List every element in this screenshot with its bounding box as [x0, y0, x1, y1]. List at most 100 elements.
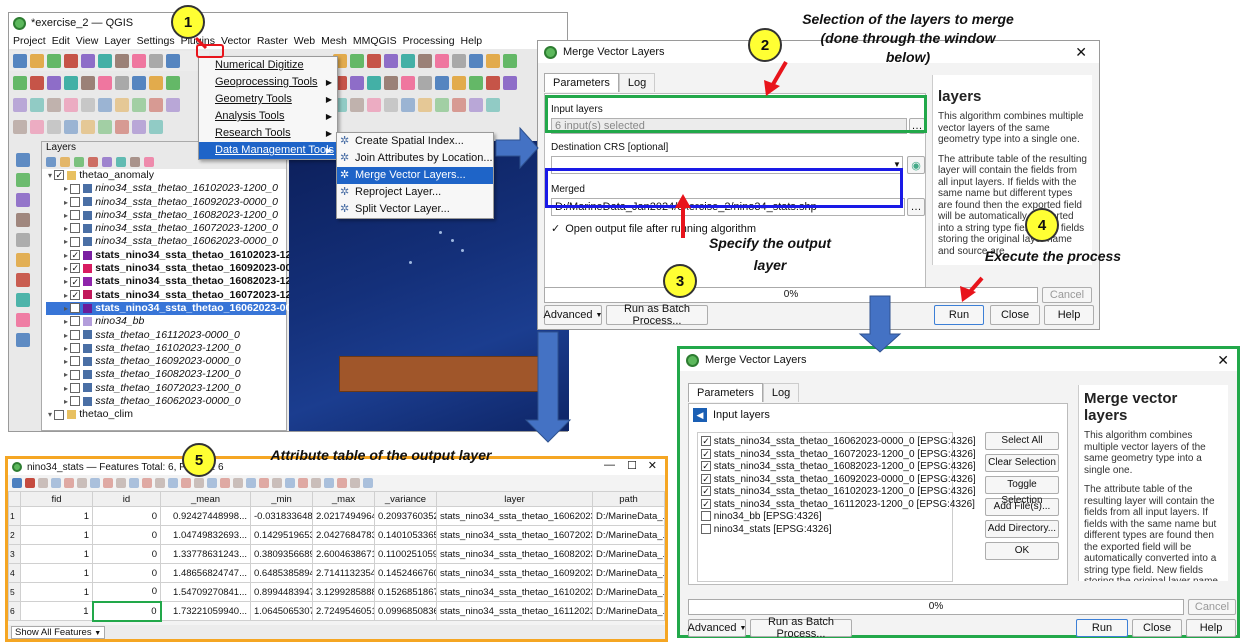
- layer-checkbox[interactable]: ✓: [70, 250, 81, 260]
- table-row[interactable]: 2101.04749832693...0.14295196533...2.042…: [8, 525, 665, 545]
- column-header[interactable]: _variance: [374, 491, 437, 507]
- attr-tool-icon[interactable]: [51, 478, 61, 488]
- toolbar-tool-icon[interactable]: [469, 98, 483, 112]
- menu-raster[interactable]: Raster: [257, 35, 288, 47]
- merged-browse-button[interactable]: …: [907, 198, 925, 216]
- layer-item[interactable]: ▸ nino34_ssta_thetao_16102023-1200_0: [46, 182, 286, 195]
- toolbar-tool-icon[interactable]: [64, 120, 78, 134]
- vector-menu-item[interactable]: Geoprocessing Tools ▶: [199, 74, 337, 91]
- data-source-icon[interactable]: [16, 153, 30, 167]
- layer-list-item[interactable]: ✓ stats_nino34_ssta_thetao_16102023-1200…: [698, 486, 976, 499]
- layer-checkbox[interactable]: [70, 210, 81, 221]
- layer-item[interactable]: ▸ ✓ stats_nino34_ssta_thetao_16072023-120…: [46, 289, 315, 302]
- layer-checkbox[interactable]: [70, 343, 81, 354]
- layer-list-item[interactable]: nino34_bb [EPSG:4326]: [698, 511, 952, 524]
- toolbar-tool-icon[interactable]: [418, 76, 432, 90]
- data-source-icon[interactable]: [16, 253, 30, 267]
- layer-item[interactable]: ▸ ssta_thetao_16082023-1200_0: [46, 368, 286, 381]
- vector-menu-item[interactable]: Analysis Tools ▶: [199, 108, 337, 125]
- toolbar-tool-icon[interactable]: [115, 120, 129, 134]
- toolbar-tool-icon[interactable]: [13, 76, 27, 90]
- close-icon[interactable]: ✕: [1217, 352, 1229, 369]
- layer-checkbox[interactable]: ✓: [70, 289, 81, 300]
- layer-checkbox[interactable]: ✓: [70, 303, 81, 314]
- run-batch-button[interactable]: Run as Batch Process...: [606, 303, 708, 327]
- attr-tool-icon[interactable]: [116, 478, 126, 488]
- menu-view[interactable]: View: [76, 35, 99, 47]
- toolbar-tool-icon[interactable]: [64, 98, 78, 112]
- data-management-item[interactable]: ✲ Reproject Layer...: [337, 184, 493, 201]
- layer-checkbox[interactable]: [701, 511, 711, 522]
- toolbar-tool-icon[interactable]: [418, 54, 432, 68]
- layer-tool-icon[interactable]: [60, 157, 70, 167]
- layer-checkbox[interactable]: [70, 356, 81, 367]
- layer-checkbox[interactable]: [70, 236, 81, 247]
- toolbar-tool-icon[interactable]: [149, 120, 163, 134]
- toolbar-tool-icon[interactable]: [30, 54, 44, 68]
- toolbar-tool-icon[interactable]: [435, 98, 449, 112]
- toolbar-tool-icon[interactable]: [401, 76, 415, 90]
- attr-tool-icon[interactable]: [337, 478, 347, 488]
- column-header[interactable]: fid: [20, 491, 93, 507]
- toolbar-tool-icon[interactable]: [503, 76, 517, 90]
- toolbar-tool-icon[interactable]: [486, 76, 500, 90]
- toolbar-tool-icon[interactable]: [115, 54, 129, 68]
- layer-checkbox[interactable]: ✓: [70, 263, 81, 274]
- column-header[interactable]: _mean: [160, 491, 251, 507]
- close-button[interactable]: Close: [1132, 619, 1182, 637]
- close-icon[interactable]: ✕: [648, 459, 657, 472]
- toolbar-tool-icon[interactable]: [350, 54, 364, 68]
- menu-mesh[interactable]: Mesh: [321, 35, 347, 47]
- tab-log[interactable]: Log: [618, 73, 656, 92]
- layer-list-item[interactable]: ✓ stats_nino34_ssta_thetao_16072023-1200…: [698, 449, 976, 462]
- toolbar-tool-icon[interactable]: [166, 76, 180, 90]
- layer-tool-icon[interactable]: [46, 157, 56, 167]
- toolbar-tool-icon[interactable]: [469, 54, 483, 68]
- layer-item[interactable]: ▸ ssta_thetao_16072023-1200_0: [46, 382, 286, 395]
- maximize-icon[interactable]: ☐: [627, 459, 637, 472]
- toolbar-tool-icon[interactable]: [13, 98, 27, 112]
- toolbar-tool-icon[interactable]: [486, 98, 500, 112]
- data-management-item[interactable]: ✲ Split Vector Layer...: [337, 201, 493, 218]
- layer-item[interactable]: ▾ ✓ thetao_anomaly: [46, 169, 286, 182]
- attr-tool-icon[interactable]: [246, 478, 256, 488]
- table-row[interactable]: 3101.33778631243...0.38093566894...2.600…: [8, 544, 665, 564]
- layer-item[interactable]: ▸ ✓ stats_nino34_ssta_thetao_16092023-000…: [46, 262, 315, 275]
- data-source-icon[interactable]: [16, 213, 30, 227]
- attr-tool-icon[interactable]: [311, 478, 321, 488]
- row-number[interactable]: 6: [8, 601, 21, 621]
- layer-item[interactable]: ▸ ✓ stats_nino34_ssta_thetao_16062023-000…: [46, 301, 315, 316]
- add-file-s-button[interactable]: Add File(s)...: [985, 498, 1059, 516]
- toolbar-tool-icon[interactable]: [81, 98, 95, 112]
- attr-tool-icon[interactable]: [155, 478, 165, 488]
- attr-tool-icon[interactable]: [259, 478, 269, 488]
- layer-item[interactable]: ▾ thetao_clim: [46, 408, 286, 421]
- toolbar-tool-icon[interactable]: [384, 98, 398, 112]
- toolbar-tool-icon[interactable]: [132, 54, 146, 68]
- cancel-button[interactable]: Cancel: [1188, 599, 1236, 615]
- toolbar-tool-icon[interactable]: [30, 120, 44, 134]
- ok-button[interactable]: OK: [985, 542, 1059, 560]
- close-button[interactable]: Close: [990, 305, 1040, 325]
- attr-tool-icon[interactable]: [12, 478, 22, 488]
- menu-settings[interactable]: Settings: [137, 35, 175, 47]
- toolbar-tool-icon[interactable]: [132, 120, 146, 134]
- layer-checkbox[interactable]: [70, 183, 81, 194]
- layer-list-item[interactable]: nino34_stats [EPSG:4326]: [698, 524, 952, 537]
- attr-tool-icon[interactable]: [272, 478, 282, 488]
- advanced-button[interactable]: Advanced ▼: [688, 619, 746, 637]
- layer-list-item[interactable]: ✓ stats_nino34_ssta_thetao_16112023-1200…: [698, 499, 975, 512]
- attr-tool-icon[interactable]: [90, 478, 100, 488]
- toolbar-tool-icon[interactable]: [30, 76, 44, 90]
- close-icon[interactable]: ✕: [1075, 44, 1087, 61]
- data-source-icon[interactable]: [16, 333, 30, 347]
- layer-checkbox[interactable]: ✓: [701, 486, 711, 497]
- layer-tool-icon[interactable]: [88, 157, 98, 167]
- toolbar-tool-icon[interactable]: [384, 54, 398, 68]
- attr-tool-icon[interactable]: [103, 478, 113, 488]
- layer-item[interactable]: ▸ nino34_ssta_thetao_16082023-1200_0: [46, 209, 286, 222]
- menu-web[interactable]: Web: [294, 35, 315, 47]
- crs-picker-button[interactable]: ◉: [907, 156, 925, 174]
- row-number[interactable]: 4: [8, 563, 21, 583]
- data-source-icon[interactable]: [16, 293, 30, 307]
